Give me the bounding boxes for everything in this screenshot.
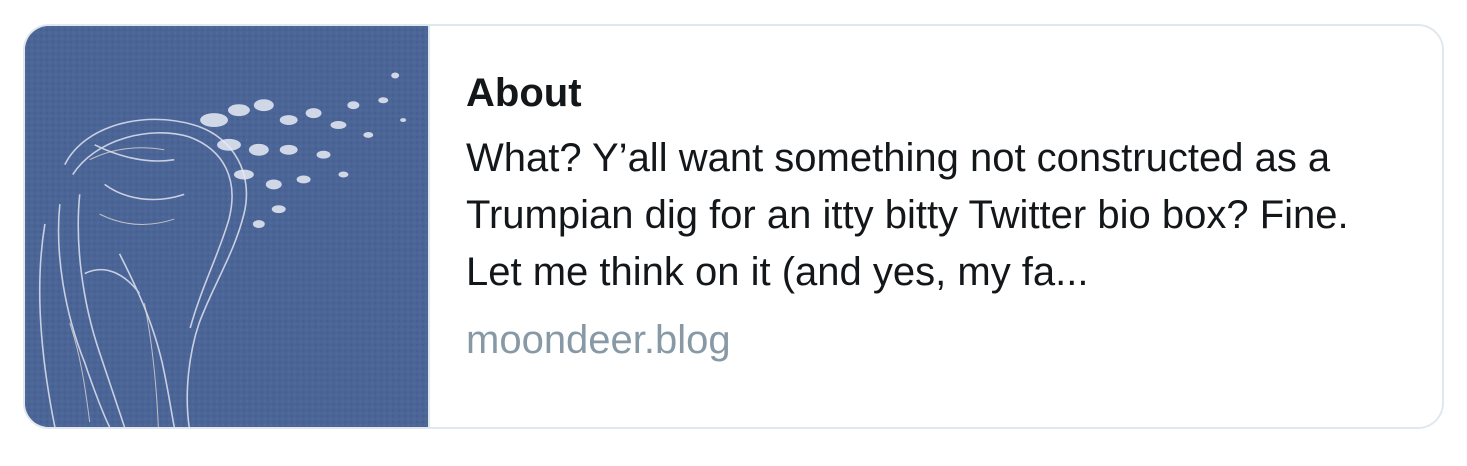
link-preview-card[interactable]: About What? Y’all want something not con… — [23, 24, 1444, 429]
deer-illustration-icon — [25, 26, 428, 427]
card-content: About What? Y’all want something not con… — [430, 26, 1442, 427]
deer-illustration-image — [25, 26, 430, 427]
card-domain-link[interactable]: moondeer.blog — [466, 315, 1402, 365]
card-title: About — [466, 71, 582, 115]
card-description: What? Y’all want something not construct… — [466, 136, 1349, 294]
